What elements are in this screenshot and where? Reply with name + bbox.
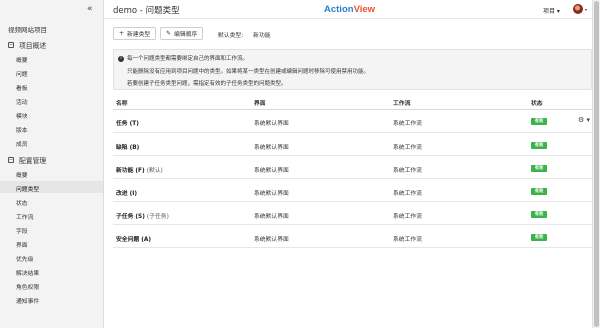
column-header-name: 名称 (116, 101, 128, 107)
type-name: 改进 (I) (116, 191, 138, 197)
sidebar-item-summary[interactable]: 概要 (16, 55, 28, 64)
status-badge: 有效 (531, 234, 547, 241)
sidebar-item-activity[interactable]: 活动 (16, 97, 28, 106)
sidebar-item-issue-types[interactable]: 问题类型 (16, 184, 39, 193)
column-header-status: 状态 (531, 101, 543, 107)
gear-icon[interactable]: ⚙ ▾ (578, 116, 590, 124)
row-screen: 系统默认界面 (254, 121, 289, 127)
sidebar-item-modules[interactable]: 模块 (16, 111, 28, 120)
info-notice: i 每一个问题类型都需要绑定自己的界面和工作流。 只能删除没有应用到项目问题中的类… (113, 49, 592, 90)
type-name: 新功能 (F) (116, 168, 145, 174)
row-screen: 系统默认界面 (254, 237, 289, 243)
info-line-1: i 每一个问题类型都需要绑定自己的界面和工作流。 (118, 54, 248, 62)
sidebar-item-versions[interactable]: 版本 (16, 125, 28, 134)
row-divider (113, 247, 592, 248)
new-type-button[interactable]: + 新建类型 (113, 27, 157, 40)
row-workflow: 系统工作流 (393, 237, 422, 243)
vertical-scrollbar[interactable] (592, 0, 600, 328)
row-divider (113, 201, 592, 202)
sidebar-item-screens[interactable]: 界面 (16, 240, 28, 249)
button-label: 新建类型 (127, 32, 151, 38)
column-header-screen: 界面 (254, 101, 266, 107)
section-config-management[interactable]: − 配置管理 (8, 155, 46, 165)
button-label: 编辑顺序 (174, 32, 198, 38)
status-badge: 有效 (531, 118, 547, 125)
edit-order-button[interactable]: ✎ 编辑顺序 (160, 27, 204, 40)
sidebar-item-resolutions[interactable]: 解决结果 (16, 268, 39, 277)
sidebar-item-roles[interactable]: 角色权限 (16, 282, 39, 291)
row-screen: 系统默认界面 (254, 145, 289, 151)
row-name[interactable]: 缺陷 (B) (116, 142, 139, 151)
user-avatar[interactable] (573, 4, 583, 14)
row-divider (113, 155, 592, 156)
app-logo[interactable]: ActionView (324, 4, 375, 15)
info-line-3: 若要创建子任务类型问题，需指定有效的子任务类型的问题类型。 (127, 81, 287, 87)
header-divider (104, 18, 592, 19)
status-badge: 有效 (531, 165, 547, 172)
row-name[interactable]: 子任务 (S) (子任务) (116, 211, 169, 220)
logo-text-action: Action (324, 4, 354, 15)
sidebar-item-members[interactable]: 成员 (16, 139, 28, 148)
default-type-label: 默认类型: (218, 33, 244, 39)
section-project-overview[interactable]: − 项目概述 (8, 40, 46, 50)
project-menu[interactable]: 项目 ▾ (543, 6, 560, 15)
row-workflow: 系统工作流 (393, 191, 422, 197)
row-divider (113, 178, 592, 179)
project-name[interactable]: 视频网站项目 (8, 24, 47, 34)
page-title: demo - 问题类型 (113, 6, 180, 16)
sidebar-item-states[interactable]: 状态 (16, 198, 28, 207)
sidebar-item-config-summary[interactable]: 概要 (16, 170, 28, 179)
status-badge: 有效 (531, 188, 547, 195)
default-type: 默认类型: 新功能 (218, 30, 271, 39)
sidebar-item-issues[interactable]: 问题 (16, 69, 28, 78)
info-icon: i (118, 55, 124, 62)
sidebar-item-notifications[interactable]: 通知事件 (16, 296, 39, 305)
row-name[interactable]: 新功能 (F) (默认) (116, 165, 163, 174)
collapse-section-icon[interactable]: − (8, 157, 14, 163)
column-header-workflow: 工作流 (393, 101, 411, 107)
status-badge: 有效 (531, 142, 547, 149)
plus-icon: + (119, 30, 125, 37)
type-name: 任务 (T) (116, 121, 139, 127)
type-name: 安全问题 (A) (116, 237, 151, 243)
type-tag: (默认) (146, 168, 163, 174)
row-divider (113, 132, 592, 133)
row-screen: 系统默认界面 (254, 191, 289, 197)
info-text: 每一个问题类型都需要绑定自己的界面和工作流。 (127, 56, 249, 62)
sidebar-item-board[interactable]: 看板 (16, 83, 28, 92)
sidebar-item-priorities[interactable]: 优先级 (16, 254, 33, 263)
info-line-2: 只能删除没有应用到项目问题中的类型。如果将某一类型在创建或编辑问题时移除可使用禁… (127, 69, 370, 75)
scrollbar-thumb[interactable] (594, 1, 599, 327)
row-divider (113, 224, 592, 225)
section-label: 配置管理 (19, 157, 47, 165)
collapse-section-icon[interactable]: − (8, 42, 14, 48)
row-name[interactable]: 安全问题 (A) (116, 234, 151, 243)
row-screen: 系统默认界面 (254, 168, 289, 174)
sidebar-item-workflows[interactable]: 工作流 (16, 212, 33, 221)
row-workflow: 系统工作流 (393, 214, 422, 220)
collapse-sidebar-icon[interactable]: « (87, 4, 93, 14)
status-badge: 有效 (531, 211, 547, 218)
row-name[interactable]: 任务 (T) (116, 118, 139, 127)
type-name: 缺陷 (B) (116, 145, 140, 151)
default-type-value: 新功能 (253, 33, 271, 39)
table-header-divider (113, 109, 592, 110)
pencil-icon: ✎ (166, 30, 172, 37)
sidebar-item-fields[interactable]: 字段 (16, 226, 28, 235)
section-label: 项目概述 (19, 42, 47, 50)
row-workflow: 系统工作流 (393, 121, 422, 127)
row-workflow: 系统工作流 (393, 145, 422, 151)
row-workflow: 系统工作流 (393, 168, 422, 174)
type-name: 子任务 (S) (116, 214, 145, 220)
sidebar: « 视频网站项目 − 项目概述 概要 问题 看板 活动 模块 版本 成员 − 配… (0, 0, 104, 328)
row-name[interactable]: 改进 (I) (116, 188, 137, 197)
row-screen: 系统默认界面 (254, 214, 289, 220)
type-tag: (子任务) (146, 214, 169, 220)
logo-text-view: View (353, 4, 376, 15)
chevron-down-icon[interactable]: ▾ (585, 7, 587, 12)
